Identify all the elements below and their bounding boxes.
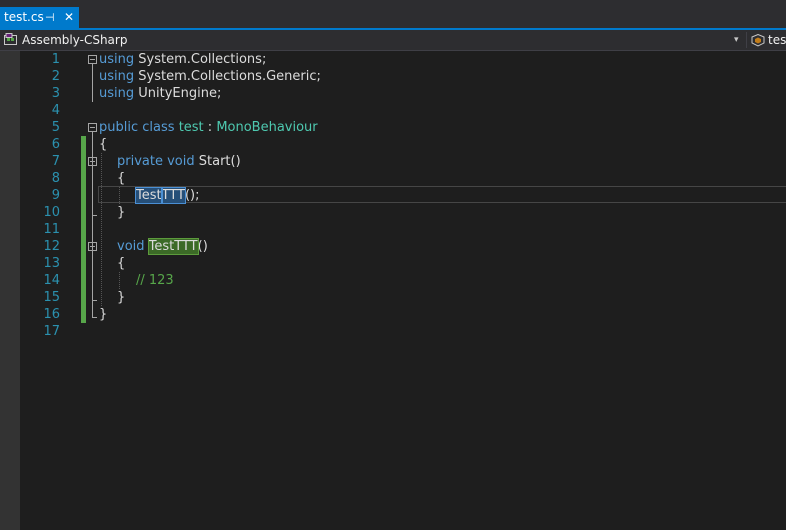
namespace-text: UnityEngine; [134,86,222,101]
colon-token: : [203,120,217,135]
outline-end [92,300,97,301]
keyword-void: void [167,154,195,169]
line-number: 17 [43,324,60,339]
line-number: 1 [51,52,60,67]
collapse-icon[interactable] [88,242,97,251]
navigation-bar: Assembly-CSharp ▾ test [0,30,786,51]
selected-text: Test [135,187,163,204]
line-number: 6 [51,137,60,152]
line-number: 9 [51,188,60,203]
line-number: 5 [51,120,60,135]
keyword-private: private [117,154,163,169]
line-number: 3 [51,86,60,101]
brace: } [117,205,126,220]
code-line-9: TestTTT(); [135,187,200,204]
keyword-using: using [99,69,135,84]
type-dropdown[interactable]: test [768,32,786,48]
keyword-using: using [99,52,135,67]
collapse-icon[interactable] [88,157,97,166]
collapse-icon[interactable] [88,123,97,132]
code-line-5: public class test : MonoBehaviour [99,119,318,136]
line-number: 14 [43,273,60,288]
outline-line [92,64,93,102]
class-name: test [178,120,204,135]
code-line-10: } [117,204,125,221]
pin-icon[interactable]: ⊣ [45,7,55,28]
class-icon [751,34,765,47]
brace: { [99,137,108,152]
keyword-class: class [142,120,175,135]
brace: } [99,307,108,322]
line-number: 4 [51,103,60,118]
brace: { [117,256,126,271]
line-number: 15 [43,290,60,305]
parens: () [197,239,208,254]
call-suffix: (); [184,188,200,203]
line-number: 11 [43,222,60,237]
reference-highlight: TTT [160,187,187,204]
tab-filename: test.cs [4,10,44,24]
csharp-project-icon [4,33,17,45]
code-line-8: { [117,170,125,187]
document-tab-bar: test.cs ⊣ ✕ [0,0,786,28]
method-name-highlight: TestTTT [147,238,199,255]
line-number: 13 [43,256,60,271]
tab-test-cs[interactable]: test.cs ⊣ ✕ [0,7,79,28]
keyword-void: void [117,239,145,254]
code-editor[interactable]: 1 2 3 4 5 6 7 8 9 10 11 12 13 14 15 16 1… [0,51,786,530]
chevron-down-icon[interactable]: ▾ [734,32,739,48]
outline-end [92,215,97,216]
collapse-icon[interactable] [88,55,97,64]
code-line-13: { [117,255,125,272]
keyword-using: using [99,86,135,101]
namespace-text: System.Collections; [134,52,267,67]
code-line-14: // 123 [136,272,174,289]
code-line-7: private void Start() [117,153,241,170]
brace: } [117,290,126,305]
code-line-16: } [99,306,107,323]
glyph-margin [0,51,20,530]
code-line-6: { [99,136,107,153]
code-line-3: using UnityEngine; [99,85,221,102]
brace: { [117,171,126,186]
current-line-highlight [98,186,786,203]
navbar-divider [746,32,747,48]
line-number: 2 [51,69,60,84]
project-dropdown[interactable]: Assembly-CSharp [22,32,127,48]
outline-end [92,317,97,318]
line-number: 16 [43,307,60,322]
code-line-2: using System.Collections.Generic; [99,68,321,85]
namespace-text: System.Collections.Generic; [134,69,321,84]
indent-guide [119,272,120,289]
keyword-public: public [99,120,139,135]
close-icon[interactable]: ✕ [64,7,74,28]
line-number: 12 [43,239,60,254]
line-number: 10 [43,205,60,220]
change-indicator [81,136,86,323]
indent-guide [101,153,102,306]
base-type: MonoBehaviour [216,120,318,135]
code-line-12: void TestTTT() [117,238,208,255]
line-number: 7 [51,154,60,169]
line-number: 8 [51,171,60,186]
method-signature: Start() [194,154,241,169]
comment: // 123 [136,273,174,288]
code-line-15: } [117,289,125,306]
code-line-1: using System.Collections; [99,51,266,68]
